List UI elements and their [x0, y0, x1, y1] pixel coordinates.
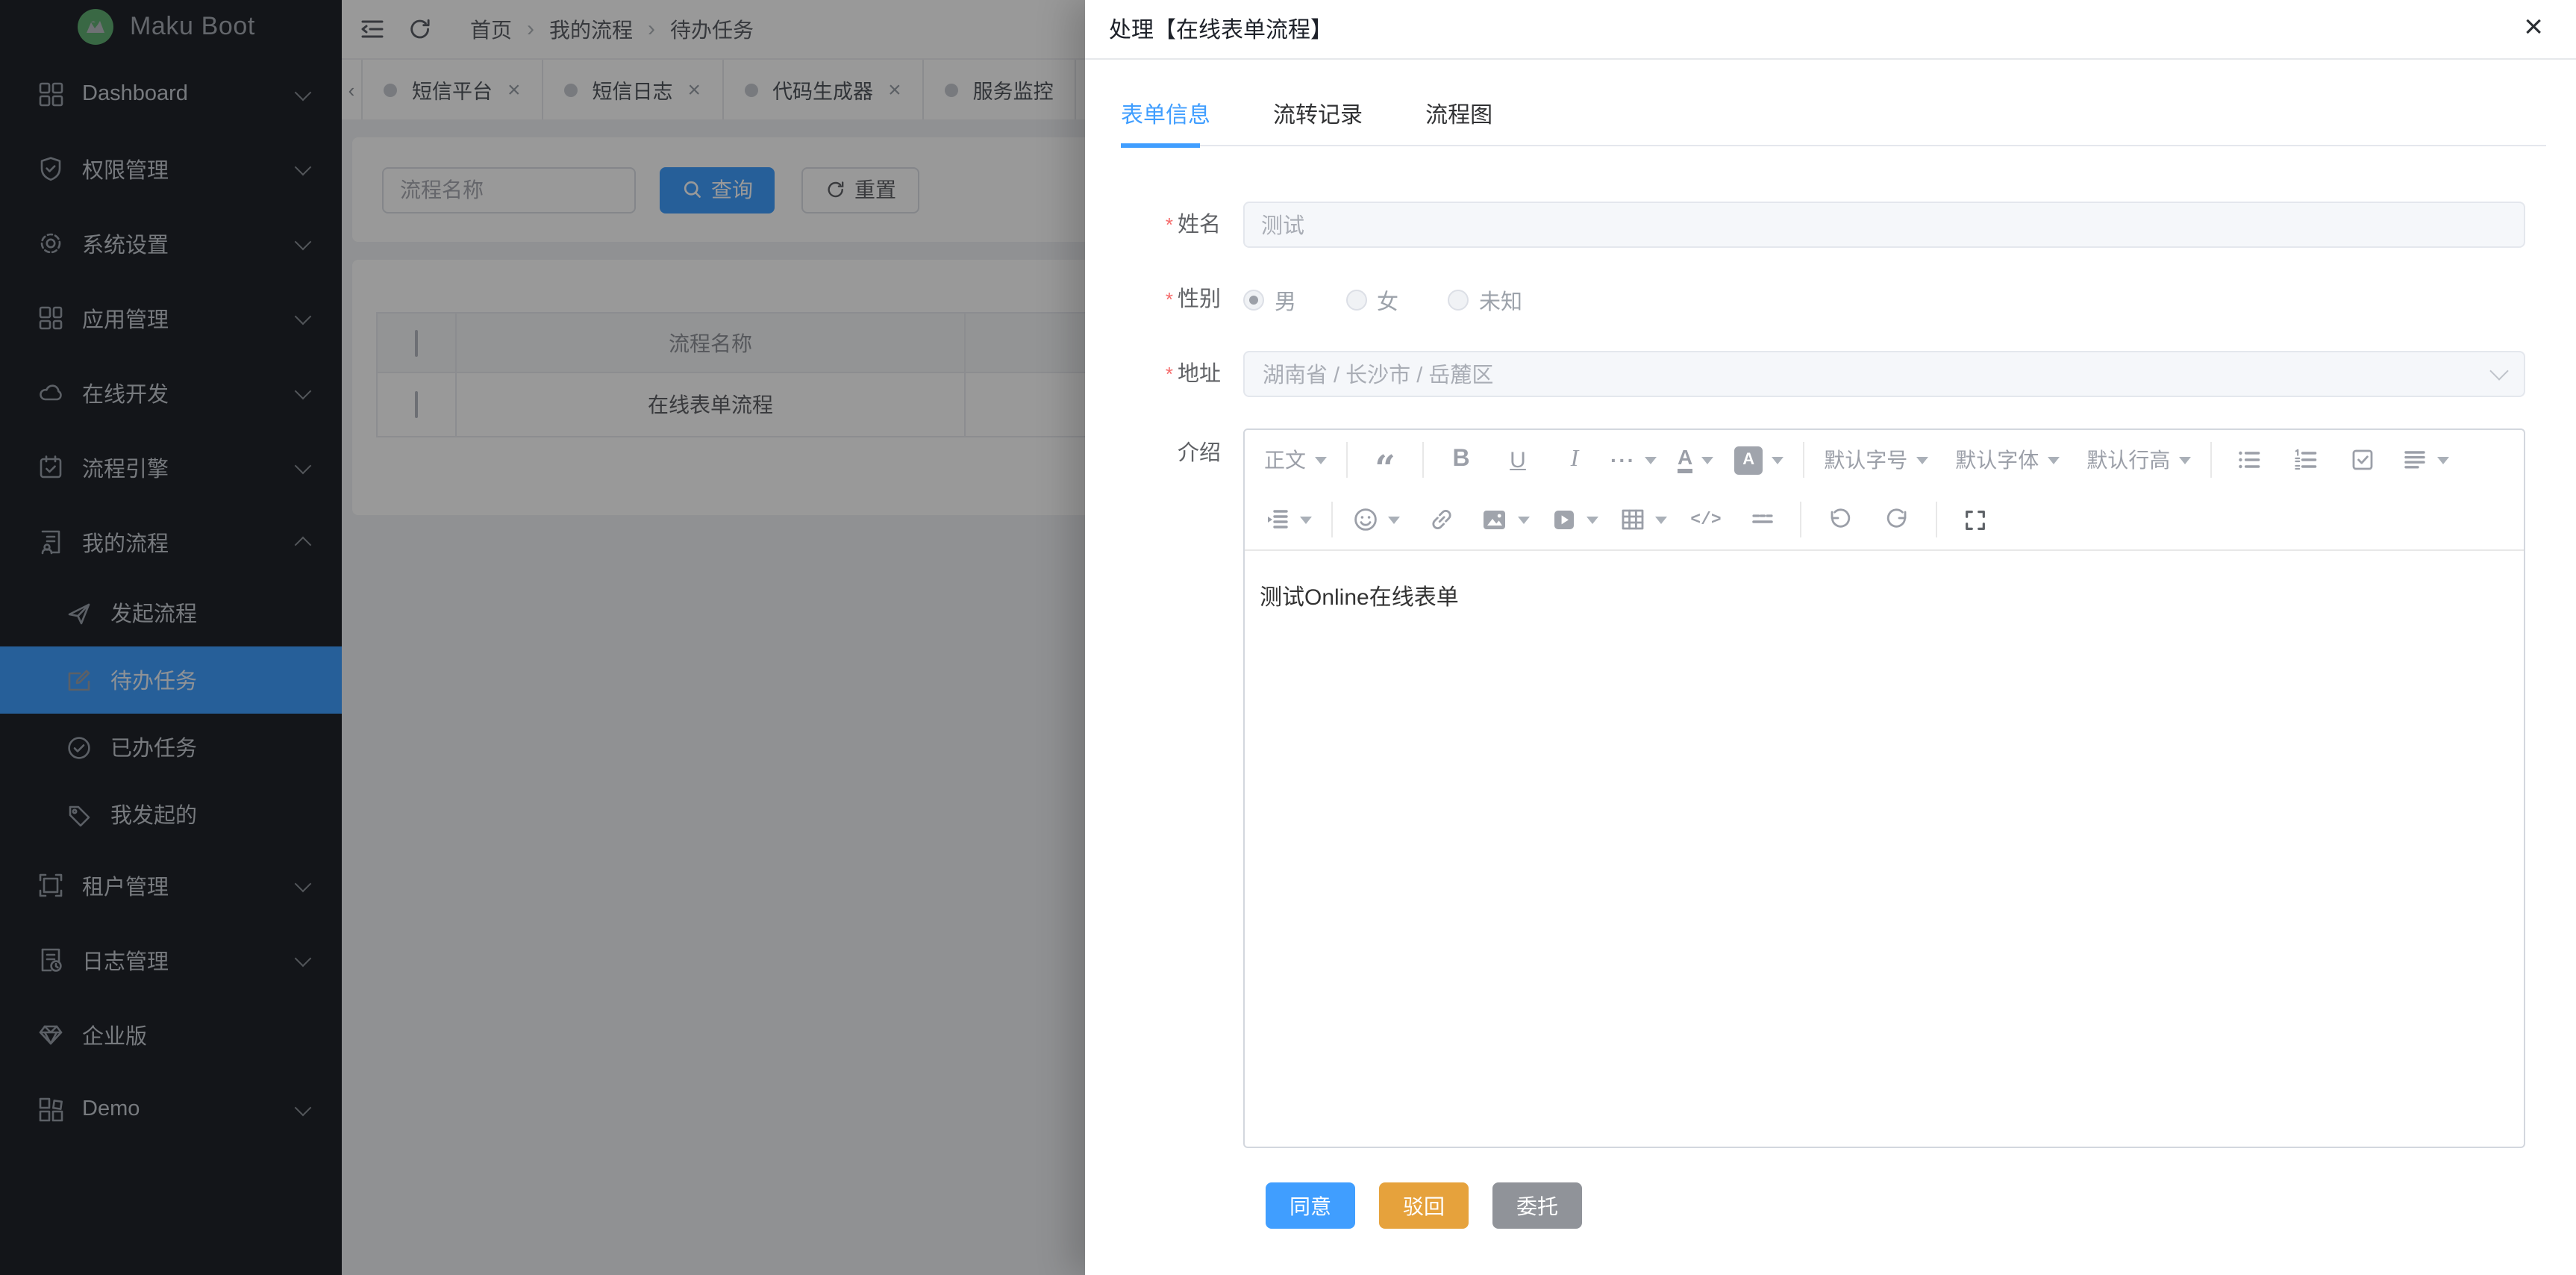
- gender-radio-group: 男 女 未知: [1243, 279, 2525, 321]
- bold-icon[interactable]: B: [1439, 440, 1484, 479]
- caret-down-icon: [1315, 456, 1327, 470]
- bullet-list-icon[interactable]: [2227, 440, 2272, 479]
- form-row-address: *地址 湖南省 / 长沙市 / 岳麓区: [1085, 351, 2576, 399]
- toolbar-divider: [1803, 442, 1804, 478]
- required-asterisk: *: [1166, 288, 1173, 311]
- required-asterisk: *: [1166, 213, 1173, 236]
- address-cascader[interactable]: 湖南省 / 长沙市 / 岳麓区: [1243, 351, 2525, 397]
- screen: Maku Boot Dashboard 权限管理 系统设置 应用管理: [0, 0, 2576, 1275]
- form-row-name: *姓名: [1085, 202, 2576, 249]
- delegate-button[interactable]: 委托: [1492, 1182, 1582, 1229]
- font-family-dropdown[interactable]: 默认字体: [1951, 440, 2064, 479]
- divider-block-icon[interactable]: [1740, 500, 1785, 539]
- drawer-title: 处理【在线表单流程】: [1109, 13, 1333, 45]
- tab-flow-records[interactable]: 流转记录: [1273, 87, 1363, 146]
- caret-down-icon: [1518, 516, 1530, 529]
- caret-down-icon: [1300, 516, 1312, 529]
- form-row-intro: 介绍 正文 “ B U I ···: [1085, 428, 2576, 1148]
- editor-toolbar: 正文 “ B U I ··· A A 默认: [1245, 430, 2524, 551]
- fullscreen-icon[interactable]: [1952, 500, 1997, 539]
- caret-down-icon: [1772, 456, 1783, 470]
- toolbar-divider: [1346, 442, 1348, 478]
- code-block-icon[interactable]: </>: [1684, 500, 1728, 539]
- undo-icon[interactable]: [1816, 500, 1861, 539]
- tabs-baseline: [1121, 144, 2546, 146]
- radio-selected-icon: [1243, 290, 1264, 311]
- caret-down-icon: [1645, 456, 1657, 470]
- underline-icon[interactable]: U: [1495, 440, 1540, 479]
- caret-down-icon: [2437, 456, 2449, 470]
- toolbar-row-1: 正文 “ B U I ··· A A 默认: [1245, 430, 2524, 490]
- link-icon[interactable]: [1419, 500, 1464, 539]
- ordered-list-icon[interactable]: [2283, 440, 2328, 479]
- editor-content[interactable]: 测试Online在线表单: [1245, 551, 2524, 1147]
- drawer-actions: 同意 驳回 委托: [1085, 1182, 2576, 1229]
- video-dropdown[interactable]: [1546, 500, 1603, 539]
- image-dropdown[interactable]: [1476, 500, 1534, 539]
- form-row-gender: *性别 男 女 未知: [1085, 279, 2576, 321]
- active-tab-indicator: [1121, 143, 1200, 147]
- italic-icon[interactable]: I: [1552, 440, 1597, 479]
- caret-down-icon: [1701, 456, 1713, 470]
- table-dropdown[interactable]: [1615, 500, 1672, 539]
- radio-unselected-icon: [1448, 290, 1469, 311]
- paragraph-style-dropdown[interactable]: 正文: [1260, 440, 1331, 479]
- drawer-tabs: 表单信息 流转记录 流程图: [1085, 87, 2576, 146]
- tab-flow-diagram[interactable]: 流程图: [1425, 87, 1492, 146]
- indent-dropdown[interactable]: [1260, 500, 1316, 539]
- caret-down-icon: [1655, 516, 1667, 529]
- radio-unknown[interactable]: 未知: [1448, 284, 1522, 316]
- rich-text-editor: 正文 “ B U I ··· A A 默认: [1243, 428, 2525, 1148]
- line-height-dropdown[interactable]: 默认行高: [2082, 440, 2195, 479]
- more-styles-dropdown[interactable]: ···: [1606, 440, 1661, 479]
- approve-button[interactable]: 同意: [1266, 1182, 1355, 1229]
- radio-male[interactable]: 男: [1243, 284, 1296, 316]
- toolbar-divider: [2210, 442, 2212, 478]
- font-size-dropdown[interactable]: 默认字号: [1819, 440, 1933, 479]
- toolbar-divider: [1422, 442, 1424, 478]
- quote-icon[interactable]: “: [1363, 449, 1407, 488]
- caret-down-icon: [1388, 516, 1400, 529]
- toolbar-divider: [1800, 502, 1801, 537]
- font-color-dropdown[interactable]: A: [1673, 440, 1718, 479]
- toolbar-row-2: </>: [1245, 490, 2524, 549]
- chevron-down-icon: [2489, 361, 2508, 380]
- caret-down-icon: [1916, 456, 1928, 470]
- toolbar-divider: [1936, 502, 1937, 537]
- todo-list-icon[interactable]: [2340, 440, 2385, 479]
- close-icon[interactable]: ×: [2524, 10, 2543, 43]
- name-field[interactable]: [1243, 202, 2525, 248]
- process-drawer: 处理【在线表单流程】 × 表单信息 流转记录 流程图 *姓名 *性别: [1085, 0, 2576, 1275]
- toolbar-divider: [1331, 502, 1333, 537]
- caret-down-icon: [2179, 456, 2191, 470]
- caret-down-icon: [2048, 456, 2060, 470]
- caret-down-icon: [1586, 516, 1598, 529]
- drawer-header: 处理【在线表单流程】: [1085, 0, 2576, 60]
- align-dropdown[interactable]: [2397, 440, 2454, 479]
- redo-icon[interactable]: [1876, 500, 1921, 539]
- required-asterisk: *: [1166, 363, 1173, 385]
- reject-button[interactable]: 驳回: [1379, 1182, 1469, 1229]
- radio-female[interactable]: 女: [1345, 284, 1398, 316]
- process-form: *姓名 *性别 男 女: [1085, 146, 2576, 1229]
- tab-form-info[interactable]: 表单信息: [1121, 87, 1210, 146]
- radio-unselected-icon: [1345, 290, 1366, 311]
- emoji-dropdown[interactable]: [1348, 500, 1404, 539]
- bg-color-dropdown[interactable]: A: [1730, 440, 1788, 479]
